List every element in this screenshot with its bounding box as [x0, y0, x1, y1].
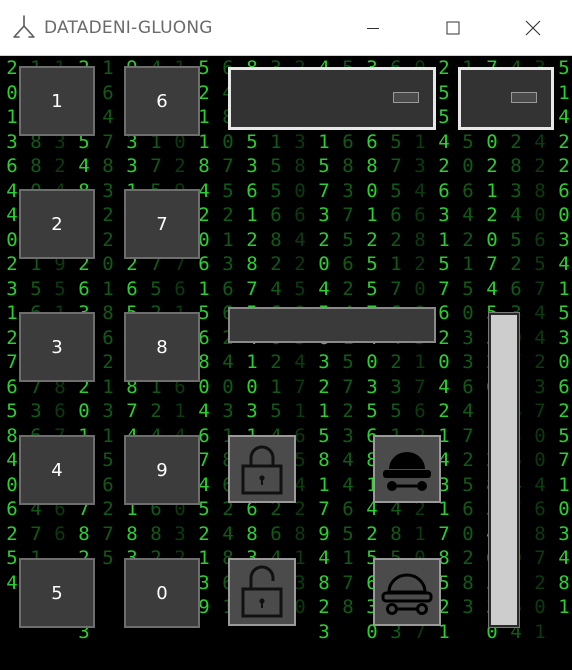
rain-column: 3 1 3 4 2 8 0 6 5 7 4 4 2 3 7 0 0 4 6 8 … — [534, 57, 546, 643]
hat-outline-button[interactable] — [373, 558, 441, 626]
rain-column: 6 2 4 5 7 5 6 2 1 7 6 4 2 3 5 1 3 0 4 8 … — [390, 57, 402, 643]
rain-column: 2 5 5 4 2 6 3 1 5 7 6 2 0 4 2 1 4 3 1 7 … — [438, 57, 450, 643]
vertical-slider[interactable] — [488, 312, 520, 628]
maximize-button[interactable] — [430, 12, 476, 44]
rain-column: 1 2 3 5 0 6 4 2 1 5 0 3 3 6 4 7 2 5 6 0 … — [462, 57, 474, 618]
rain-column: 5 1 4 2 2 6 0 3 4 1 5 3 0 6 2 5 7 1 0 3 … — [558, 57, 570, 618]
window-title: DATADENI-GLUONG — [44, 18, 213, 38]
lock-closed-icon — [241, 445, 283, 495]
slider-thumb[interactable] — [491, 315, 517, 625]
key-6[interactable]: 6 — [124, 66, 200, 136]
app-client-area: 2 0 1 3 6 4 4 0 2 3 1 2 7 6 5 8 4 0 6 2 … — [0, 56, 572, 670]
lock-open-icon — [241, 565, 283, 618]
key-8[interactable]: 8 — [124, 312, 200, 382]
unlock-button[interactable] — [228, 558, 296, 626]
key-1[interactable]: 1 — [19, 66, 95, 136]
dropdown-arrow-icon — [511, 92, 537, 103]
app-icon — [12, 14, 36, 40]
maximize-icon — [446, 21, 460, 35]
text-field[interactable] — [228, 307, 436, 343]
key-0[interactable]: 0 — [124, 558, 200, 628]
hat-filled-icon — [383, 452, 431, 491]
key-5[interactable]: 5 — [19, 558, 95, 628]
rain-column: 3 2 4 6 8 0 1 2 5 5 7 4 0 3 5 6 8 1 4 2 … — [366, 57, 378, 643]
close-icon — [525, 20, 541, 36]
key-2[interactable]: 2 — [19, 189, 95, 259]
minimize-button[interactable] — [350, 12, 396, 44]
dropdown-wide[interactable] — [228, 67, 436, 130]
key-7[interactable]: 7 — [124, 189, 200, 259]
key-4[interactable]: 4 — [19, 435, 95, 505]
hat-filled-button[interactable] — [373, 435, 441, 503]
hat-outline-icon — [381, 573, 433, 615]
dropdown-arrow-icon — [393, 92, 419, 103]
rain-column: 0 5 1 1 3 4 6 8 2 0 0 3 1 7 6 2 5 4 2 1 … — [414, 57, 426, 643]
lock-button[interactable] — [228, 435, 296, 503]
minimize-icon — [367, 28, 379, 29]
rain-column: 1 6 4 7 8 3 2 2 0 1 8 6 2 1 3 1 5 6 2 7 … — [102, 57, 114, 569]
key-9[interactable]: 9 — [124, 435, 200, 505]
key-3[interactable]: 3 — [19, 312, 95, 382]
title-bar: DATADENI-GLUONG — [0, 0, 572, 56]
rain-column: 4 6 8 1 5 7 3 2 0 4 5 6 3 2 1 5 8 1 7 9 … — [318, 57, 330, 643]
close-button[interactable] — [510, 12, 556, 44]
dropdown-small[interactable] — [458, 67, 554, 130]
